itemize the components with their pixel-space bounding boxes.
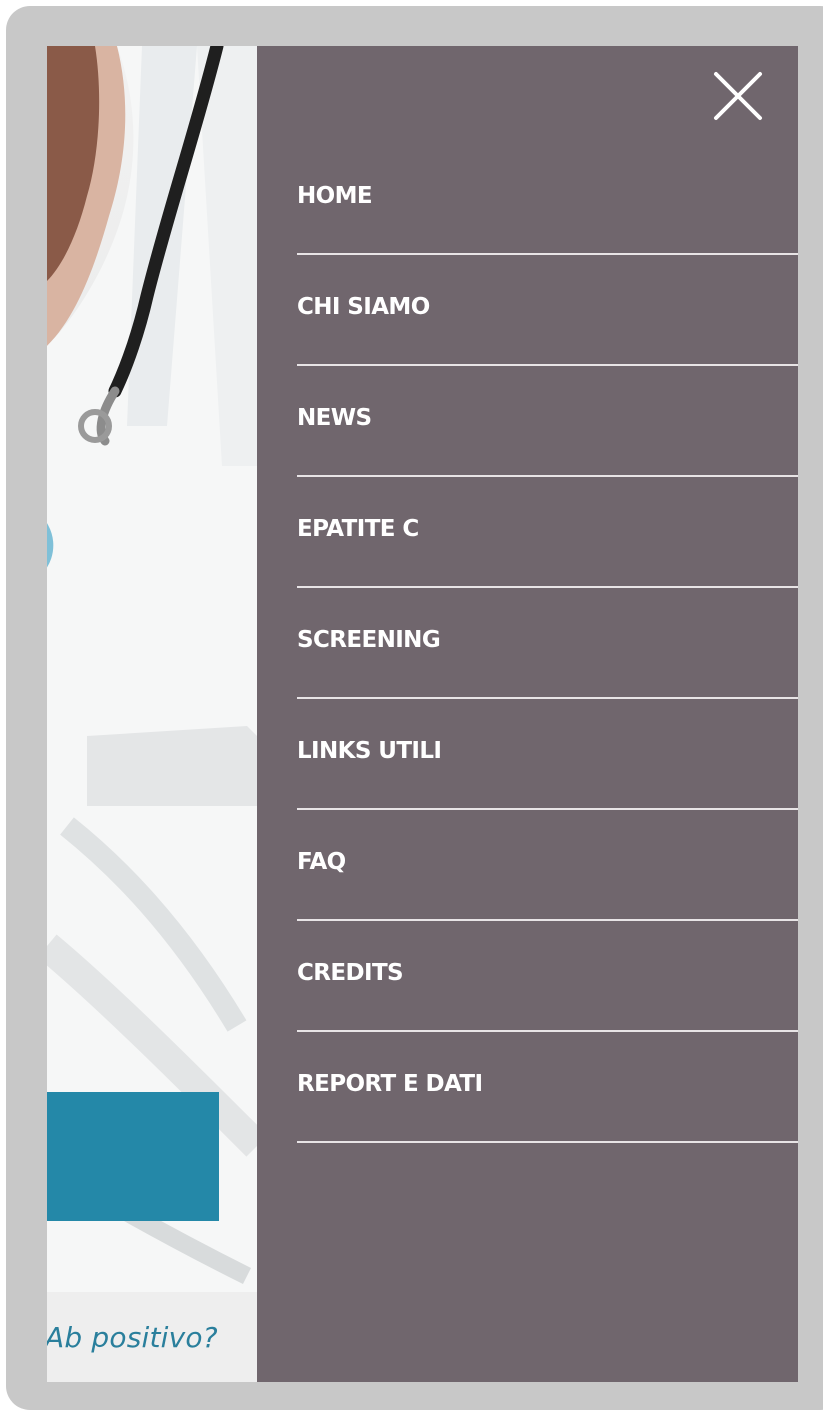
call-to-action-button[interactable] <box>47 1092 219 1221</box>
menu-item-report-e-dati[interactable]: REPORT E DATI <box>297 1032 798 1143</box>
menu-item-label: LINKS UTILI <box>297 737 442 764</box>
menu-item-label: HOME <box>297 182 373 209</box>
menu-list: HOME CHI SIAMO NEWS EPATITE C SCREENING … <box>297 144 798 1143</box>
menu-item-faq[interactable]: FAQ <box>297 810 798 921</box>
phone-screen: Ab positivo? HOME CHI SIAMO NEWS EPATITE… <box>47 46 798 1382</box>
menu-item-label: SCREENING <box>297 626 441 653</box>
menu-item-label: CREDITS <box>297 959 404 986</box>
menu-item-chi-siamo[interactable]: CHI SIAMO <box>297 255 798 366</box>
menu-item-links-utili[interactable]: LINKS UTILI <box>297 699 798 810</box>
menu-item-label: FAQ <box>297 848 346 875</box>
menu-item-label: NEWS <box>297 404 372 431</box>
navigation-menu: HOME CHI SIAMO NEWS EPATITE C SCREENING … <box>257 46 798 1382</box>
menu-item-label: CHI SIAMO <box>297 293 430 320</box>
menu-item-home[interactable]: HOME <box>297 144 798 255</box>
menu-item-credits[interactable]: CREDITS <box>297 921 798 1032</box>
tagline-text: Ab positivo? <box>47 1321 218 1354</box>
menu-item-label: EPATITE C <box>297 515 419 542</box>
close-menu-button[interactable] <box>710 68 766 124</box>
menu-item-label: REPORT E DATI <box>297 1070 483 1097</box>
menu-item-epatite-c[interactable]: EPATITE C <box>297 477 798 588</box>
menu-item-screening[interactable]: SCREENING <box>297 588 798 699</box>
background-page: Ab positivo? <box>47 46 257 1382</box>
menu-item-news[interactable]: NEWS <box>297 366 798 477</box>
close-icon <box>714 72 762 120</box>
